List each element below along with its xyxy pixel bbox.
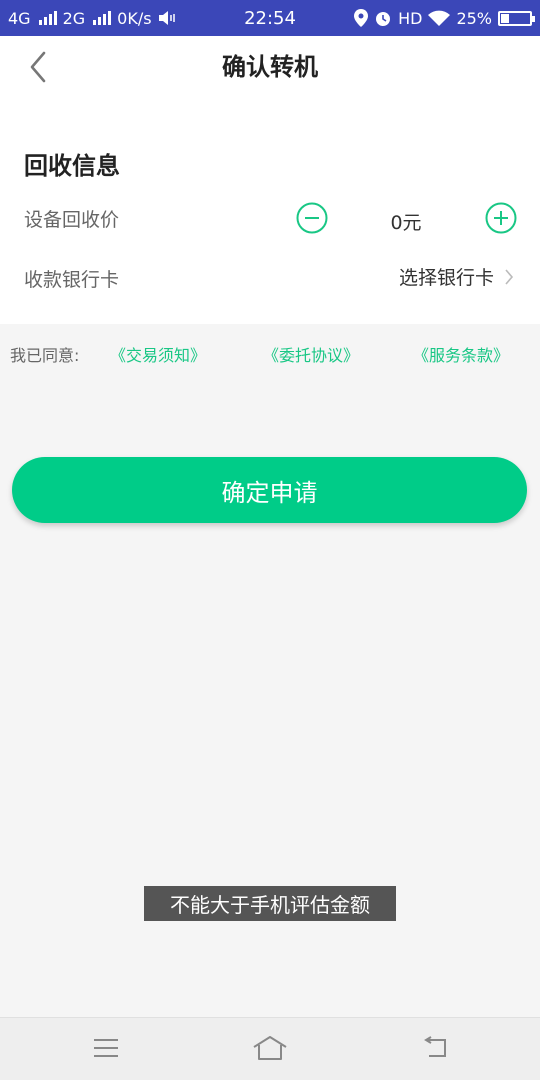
bank-card-label: 收款银行卡 <box>24 269 120 291</box>
select-bank-card-button[interactable]: 选择银行卡 <box>399 263 514 290</box>
price-label: 设备回收价 <box>24 209 120 231</box>
network-type-2: 2G <box>62 8 86 28</box>
system-back-button[interactable] <box>416 1032 452 1064</box>
status-bar: 4G 2G 0K/s 22:54 HD 25% <box>0 0 540 36</box>
battery-percent: 25% <box>456 8 492 28</box>
select-bank-card-text: 选择银行卡 <box>398 267 494 289</box>
volume-icon <box>158 11 175 25</box>
status-right: HD 25% <box>354 8 535 28</box>
signal-icon <box>38 11 57 25</box>
signal-icon-2 <box>93 11 112 25</box>
navigation-bar <box>0 1017 540 1080</box>
network-speed: 0K/s <box>117 8 152 28</box>
page-title: 确认转机 <box>222 53 318 81</box>
entrust-agreement-link[interactable]: 《委托协议》 <box>263 342 359 366</box>
battery-icon <box>498 10 535 26</box>
menu-icon <box>94 1039 118 1057</box>
status-left: 4G 2G 0K/s <box>8 9 176 28</box>
chevron-right-icon <box>505 268 514 285</box>
hd-indicator: HD <box>398 8 423 28</box>
price-value[interactable]: 0元 <box>370 208 442 235</box>
submit-button[interactable]: 确定申请 <box>12 457 527 523</box>
title-bar: 确认转机 <box>0 36 540 99</box>
home-icon <box>253 1036 287 1060</box>
trade-notice-link[interactable]: 《交易须知》 <box>110 342 206 366</box>
agreement-row: 我已同意: 《交易须知》 《委托协议》 《服务条款》 <box>0 338 540 368</box>
decrease-price-button[interactable] <box>296 202 328 234</box>
wifi-icon <box>428 10 451 26</box>
battery-fill <box>501 13 509 23</box>
agreement-label: 我已同意: <box>10 346 80 365</box>
return-icon <box>424 1036 446 1057</box>
chevron-left-icon <box>30 51 46 83</box>
toast-message: 不能大于手机评估金额 <box>144 886 396 921</box>
recycle-info-card: 回收信息 设备回收价 0元 收款银行卡 选择银行卡 <box>0 98 540 324</box>
network-type-1: 4G <box>8 8 31 28</box>
location-icon <box>354 9 369 27</box>
increase-price-button[interactable] <box>485 202 517 234</box>
home-button[interactable] <box>252 1032 288 1064</box>
plus-circle-icon <box>485 202 517 234</box>
clock: 22:54 <box>244 7 296 29</box>
minus-circle-icon <box>296 202 328 234</box>
service-terms-link[interactable]: 《服务条款》 <box>413 342 509 366</box>
section-title: 回收信息 <box>24 152 120 180</box>
alarm-icon <box>376 12 391 26</box>
back-button[interactable] <box>18 49 58 85</box>
menu-button[interactable] <box>88 1032 124 1064</box>
